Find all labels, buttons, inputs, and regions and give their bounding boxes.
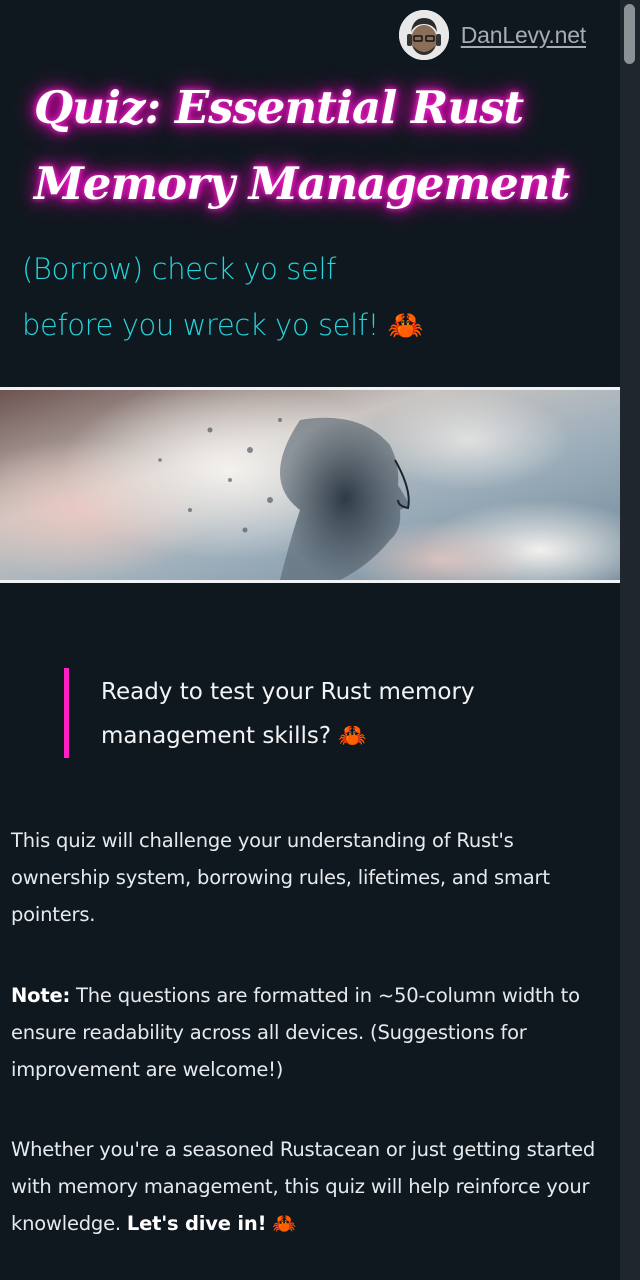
closing-text: Whether you're a seasoned Rustacean or j… bbox=[11, 1138, 596, 1235]
subtitle-line-1: (Borrow) check yo self bbox=[22, 252, 336, 286]
subtitle-line-2: before you wreck yo self! 🦀 bbox=[22, 308, 582, 343]
scrollbar[interactable] bbox=[620, 0, 640, 1280]
page-title-line-2: Memory Management bbox=[34, 157, 570, 210]
note-paragraph: Note: The questions are formatted in ~50… bbox=[11, 977, 611, 1088]
page-title-line-1: Quiz: Essential Rust bbox=[34, 81, 524, 134]
site-home-link[interactable]: DanLevy.net bbox=[461, 22, 586, 49]
page-title: Quiz: Essential Rust Memory Management bbox=[34, 70, 594, 222]
note-label: Note: bbox=[11, 984, 71, 1007]
crab-emoji: 🦀 bbox=[387, 308, 424, 342]
scrollbar-thumb[interactable] bbox=[624, 4, 635, 64]
call-to-action: Let's dive in! bbox=[126, 1212, 267, 1235]
hero-image bbox=[0, 387, 620, 583]
avatar-image bbox=[398, 10, 449, 60]
note-text: The questions are formatted in ~50-colum… bbox=[11, 984, 580, 1081]
intro-paragraph: This quiz will challenge your understand… bbox=[11, 829, 550, 926]
crab-emoji: 🦀 bbox=[272, 1212, 297, 1235]
intro-quote-text: Ready to test your Rust memory managemen… bbox=[101, 679, 475, 749]
closing-paragraph: Whether you're a seasoned Rustacean or j… bbox=[11, 1131, 611, 1242]
site-header: DanLevy.net bbox=[398, 10, 586, 60]
subtitle-line-2-text: before you wreck yo self! bbox=[22, 308, 379, 342]
crab-emoji: 🦀 bbox=[338, 723, 367, 749]
page: DanLevy.net Quiz: Essential Rust Memory … bbox=[0, 0, 620, 1280]
hero-illustration bbox=[0, 390, 620, 580]
author-avatar[interactable] bbox=[398, 10, 449, 60]
intro-quote: Ready to test your Rust memory managemen… bbox=[64, 668, 564, 758]
